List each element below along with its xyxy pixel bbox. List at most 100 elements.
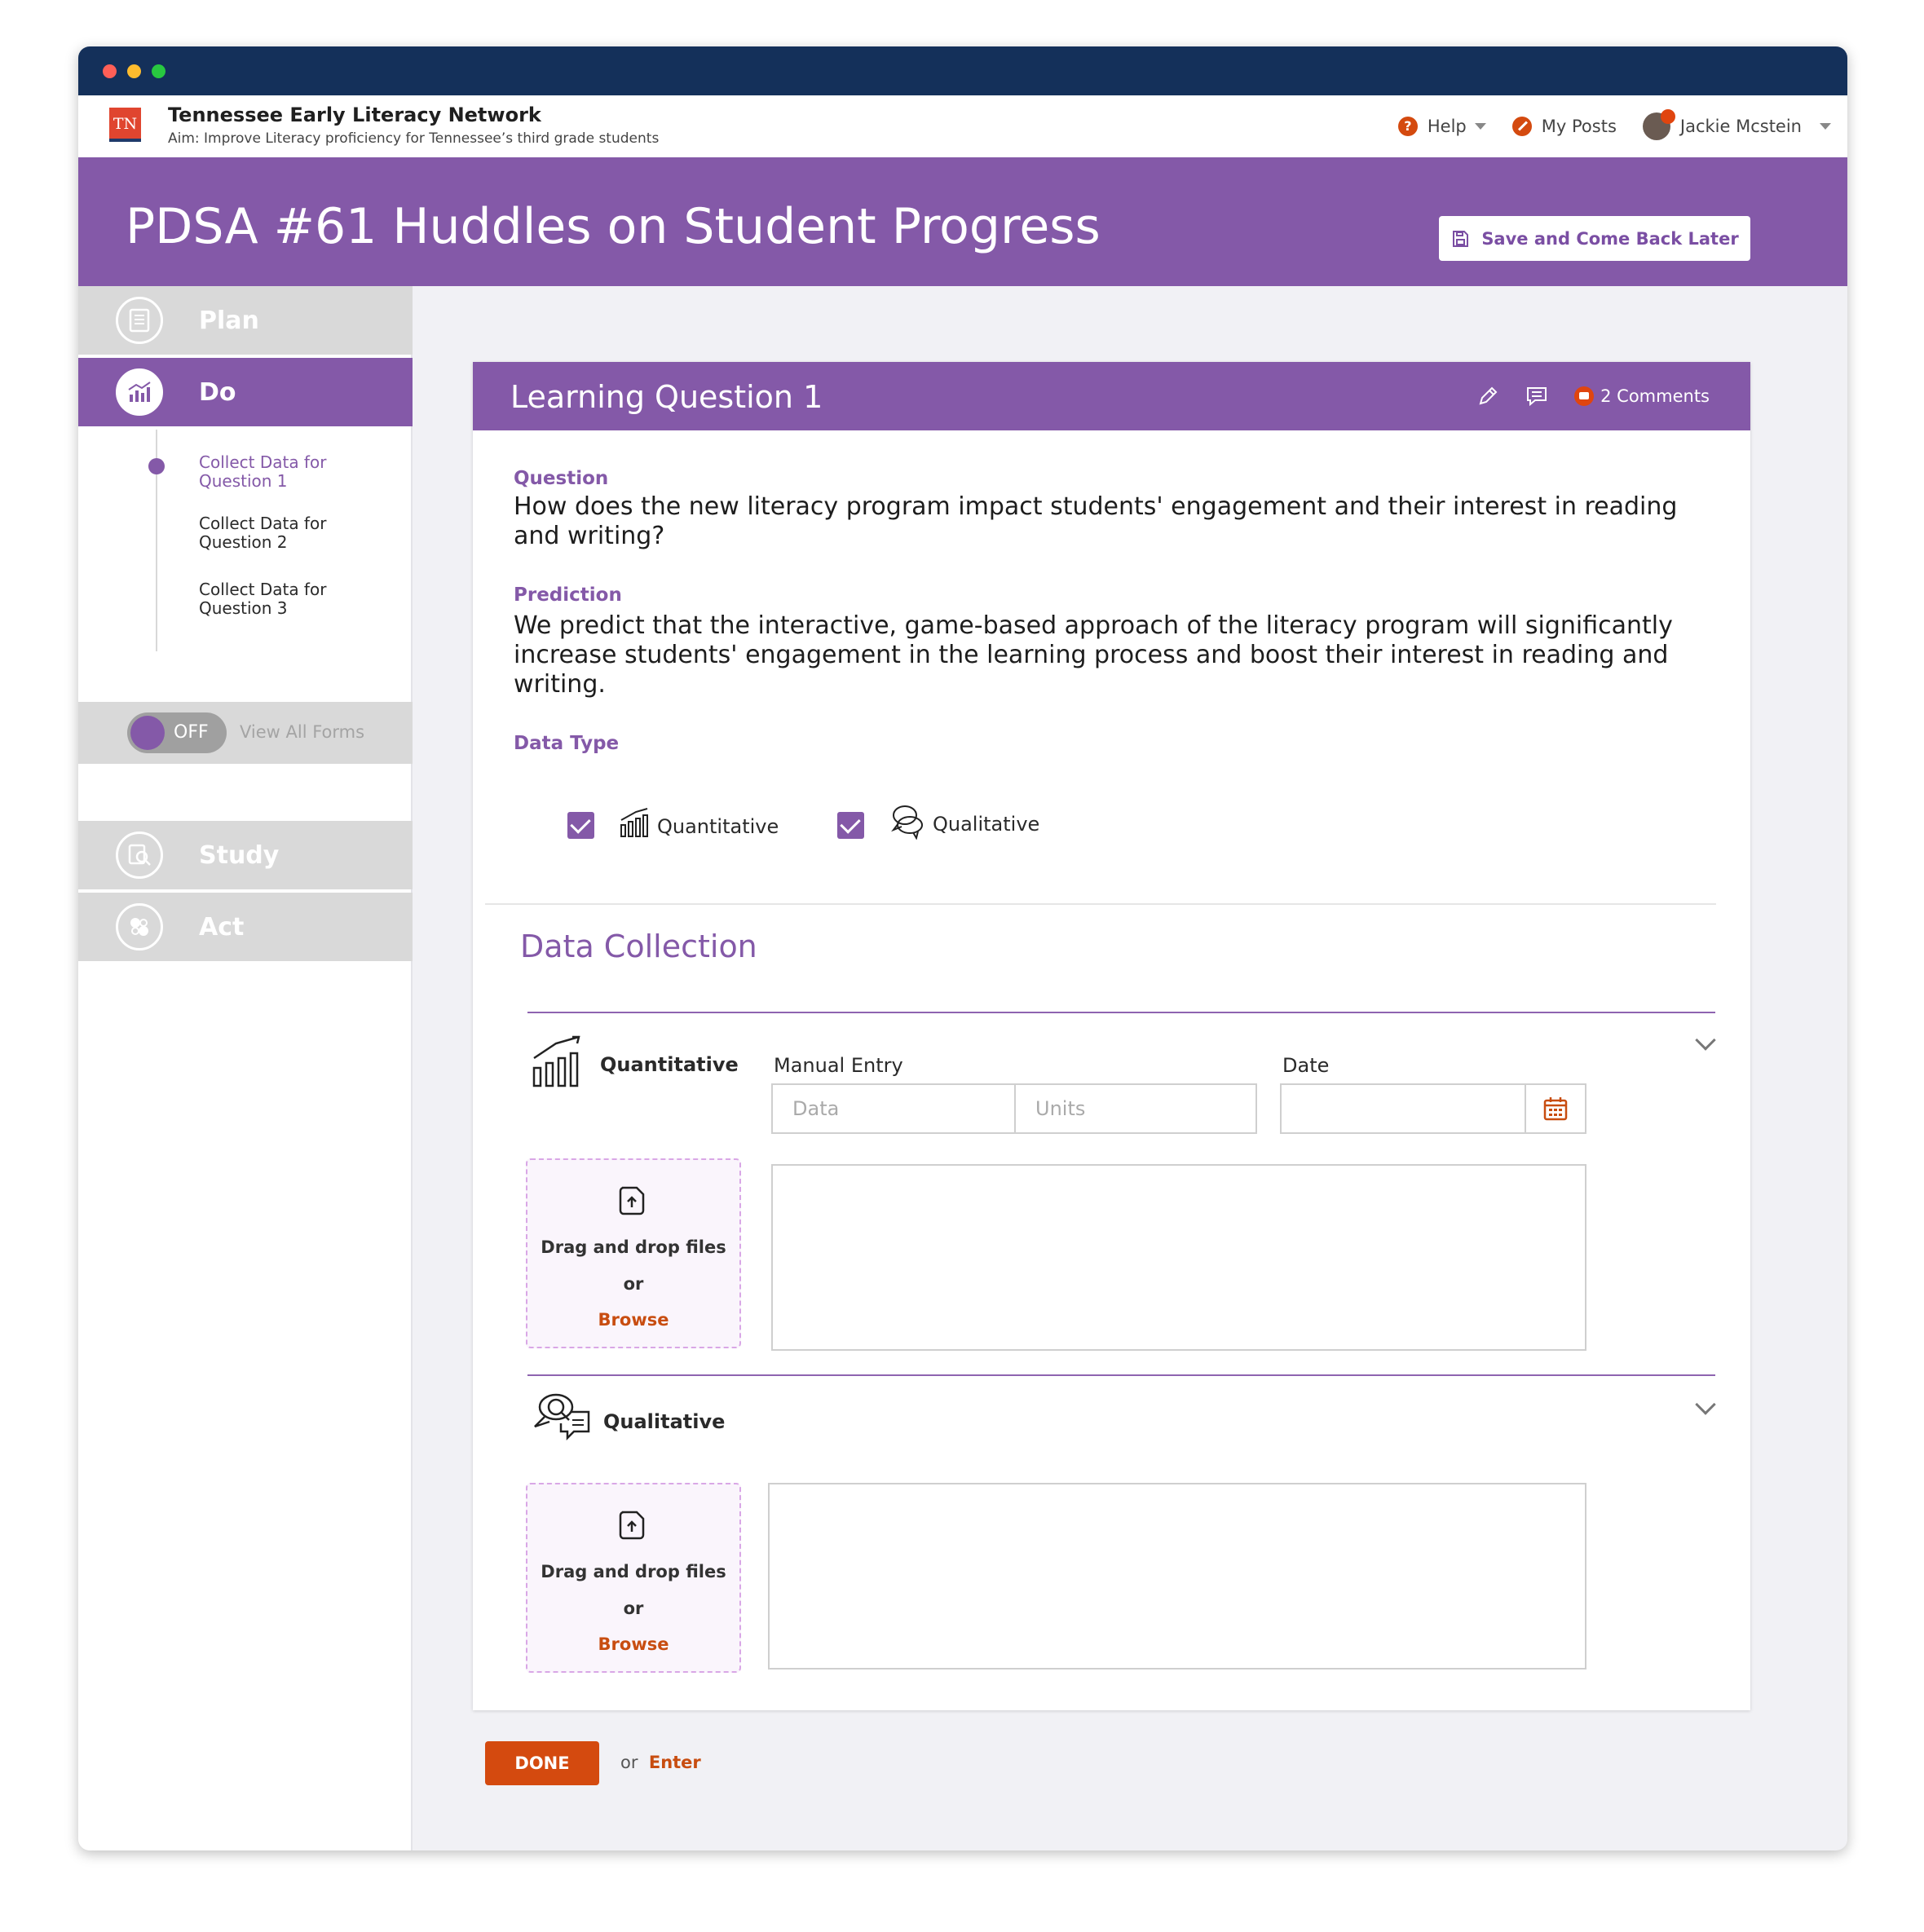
phase-act[interactable]: Act [78, 893, 413, 961]
phase-study[interactable]: Study [78, 821, 413, 889]
quantitative-file-dropzone[interactable]: Drag and drop files or Browse [526, 1158, 741, 1348]
qualitative-notes-textarea[interactable] [768, 1483, 1586, 1670]
phase-plan-label: Plan [199, 306, 259, 335]
app-window: TN Tennessee Early Literacy Network Aim:… [78, 46, 1847, 1850]
units-input[interactable]: Units [1014, 1083, 1257, 1134]
date-label: Date [1282, 1054, 1330, 1077]
comment-badge-icon [1574, 386, 1595, 406]
pencil-icon [1479, 386, 1498, 405]
window-titlebar [78, 46, 1847, 95]
phase-study-label: Study [199, 840, 280, 870]
qualitative-section-rule [527, 1374, 1715, 1376]
chevron-down-icon [1820, 123, 1831, 130]
maximize-window-button[interactable] [152, 64, 165, 78]
phase-act-label: Act [199, 912, 245, 942]
org-name: Tennessee Early Literacy Network [168, 104, 541, 126]
edit-button[interactable] [1476, 385, 1499, 408]
qualitative-title: Qualitative [603, 1410, 726, 1433]
dropzone-or: or [623, 1274, 644, 1294]
question-text: How does the new literacy program impact… [514, 492, 1678, 550]
pencil-icon [1511, 117, 1532, 136]
org-aim: Aim: Improve Literacy proficiency for Te… [168, 130, 660, 147]
quantitative-section-rule [527, 1012, 1715, 1013]
chat-bubbles-icon [891, 805, 923, 840]
my-posts-link[interactable]: My Posts [1511, 117, 1617, 136]
manual-entry-label: Manual Entry [774, 1054, 903, 1077]
header-nav: ? Help My Posts Jackie Mcstein [1372, 95, 1831, 157]
browse-link[interactable]: Browse [527, 1310, 739, 1330]
app-header: TN Tennessee Early Literacy Network Aim:… [78, 95, 1847, 157]
or-text: or [620, 1753, 638, 1772]
toggle-knob [130, 716, 165, 750]
comments-link[interactable]: 2 Comments [1574, 386, 1710, 406]
my-posts-label: My Posts [1541, 117, 1617, 136]
qualitative-file-dropzone[interactable]: Drag and drop files or Browse [526, 1483, 741, 1673]
quantitative-notes-textarea[interactable] [771, 1164, 1586, 1351]
pdsa-sidebar: Plan Do Collect Data for Question 1 Coll… [78, 286, 413, 1850]
chevron-down-icon[interactable] [1695, 1394, 1716, 1415]
close-window-button[interactable] [103, 64, 117, 78]
date-input[interactable] [1280, 1083, 1526, 1134]
save-label: Save and Come Back Later [1481, 228, 1739, 249]
minimize-window-button[interactable] [127, 64, 141, 78]
notification-badge [1660, 109, 1675, 124]
puzzle-icon [116, 903, 163, 951]
chevron-down-icon [1474, 123, 1486, 130]
step-question-1[interactable]: Collect Data for Question 1 [199, 453, 378, 491]
user-name: Jackie Mcstein [1679, 117, 1802, 136]
magnifier-icon [116, 831, 163, 879]
question-label: Question [514, 468, 609, 489]
page-banner: PDSA #61 Huddles on Student Progress Sav… [78, 157, 1847, 286]
phase-do-label: Do [199, 377, 236, 407]
org-logo[interactable]: TN [109, 108, 141, 142]
data-input[interactable]: Data [771, 1083, 1016, 1134]
learning-question-card: Learning Question 1 2 Comments Question … [473, 362, 1750, 1710]
card-header: Learning Question 1 2 Comments [473, 362, 1750, 430]
document-icon [116, 297, 163, 344]
view-all-forms-label: View All Forms [240, 722, 365, 742]
comment-button[interactable] [1525, 385, 1548, 408]
prediction-text: We predict that the interactive, game-ba… [514, 611, 1673, 699]
active-step-indicator [148, 458, 165, 474]
section-divider [485, 903, 1716, 905]
comments-count: 2 Comments [1600, 386, 1710, 406]
user-menu[interactable]: Jackie Mcstein [1642, 109, 1831, 140]
bar-chart-icon [532, 1035, 580, 1087]
keyboard-hint: or Enter [620, 1753, 701, 1772]
help-icon: ? [1397, 117, 1418, 136]
prediction-label: Prediction [514, 584, 622, 606]
enter-key-hint: Enter [648, 1753, 701, 1772]
help-menu[interactable]: ? Help [1397, 117, 1486, 136]
browse-link[interactable]: Browse [527, 1634, 739, 1654]
quantitative-checkbox[interactable] [567, 812, 594, 839]
view-all-forms-row: OFF View All Forms [78, 702, 413, 764]
step-question-3[interactable]: Collect Data for Question 3 [199, 580, 378, 618]
calendar-icon [1543, 1097, 1568, 1121]
avatar [1642, 109, 1675, 140]
done-button[interactable]: DONE [485, 1741, 599, 1785]
phase-plan[interactable]: Plan [78, 286, 413, 355]
view-all-forms-toggle[interactable]: OFF [127, 712, 227, 753]
data-collection-title: Data Collection [520, 929, 757, 964]
dropzone-or: or [623, 1599, 644, 1618]
qualitative-checkbox-label: Qualitative [933, 813, 1040, 836]
quantitative-checkbox-label: Quantitative [657, 815, 779, 838]
chat-bubbles-icon [534, 1393, 590, 1441]
bar-chart-icon [620, 808, 648, 837]
toggle-state: OFF [174, 722, 209, 743]
calendar-button[interactable] [1525, 1083, 1586, 1134]
chevron-down-icon[interactable] [1695, 1030, 1716, 1051]
card-tools: 2 Comments [1450, 362, 1710, 430]
comment-icon [1527, 387, 1547, 407]
qualitative-checkbox[interactable] [837, 812, 864, 839]
save-and-come-back-later-button[interactable]: Save and Come Back Later [1439, 216, 1750, 261]
upload-file-icon [619, 1511, 645, 1540]
phase-do[interactable]: Do [78, 358, 413, 426]
upload-file-icon [619, 1186, 645, 1215]
dropzone-text: Drag and drop files [541, 1562, 726, 1581]
step-question-2[interactable]: Collect Data for Question 2 [199, 514, 378, 552]
save-icon [1453, 230, 1469, 247]
data-type-label: Data Type [514, 733, 620, 754]
dropzone-text: Drag and drop files [541, 1237, 726, 1257]
page-title: PDSA #61 Huddles on Student Progress [126, 198, 1101, 255]
